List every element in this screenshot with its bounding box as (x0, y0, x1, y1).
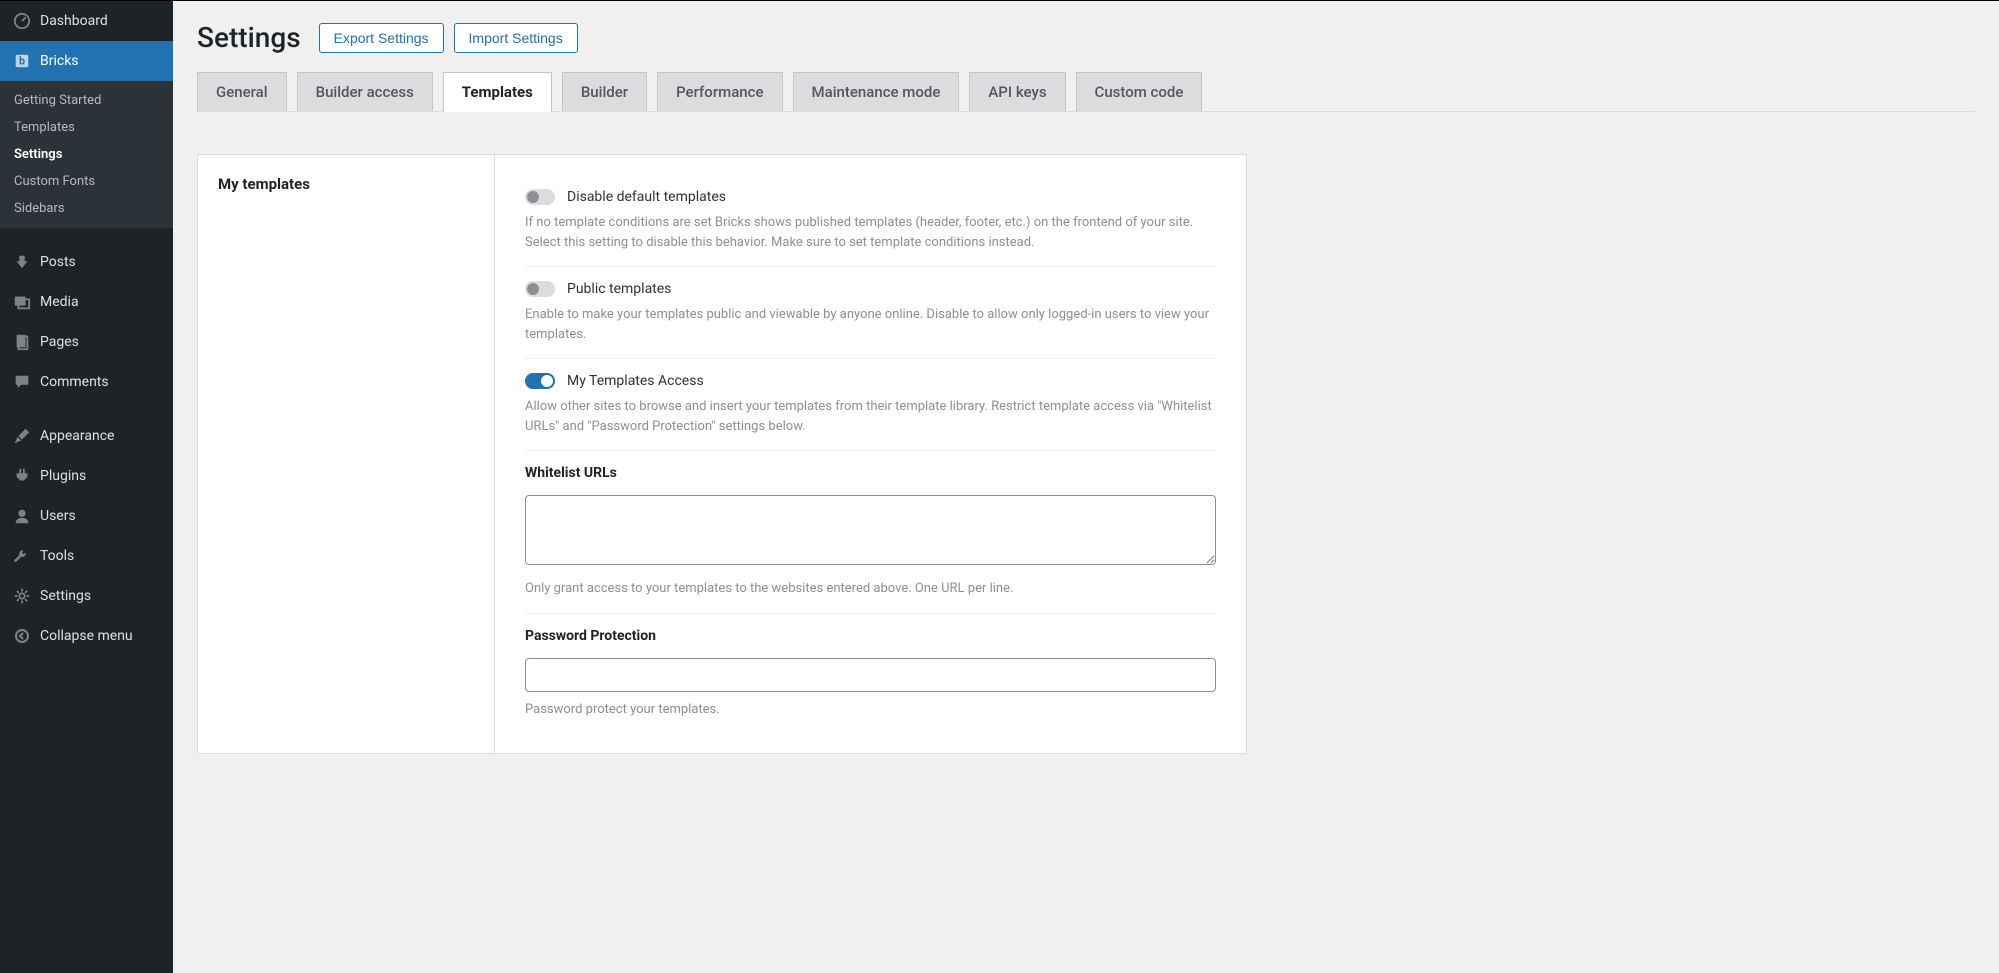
page-icon (12, 332, 32, 352)
whitelist-desc: Only grant access to your templates to t… (525, 579, 1216, 599)
sidebar-item-comments[interactable]: Comments (0, 362, 173, 402)
wrench-icon (12, 546, 32, 566)
tab-api-keys[interactable]: API keys (969, 72, 1065, 111)
brush-icon (12, 426, 32, 446)
export-settings-button[interactable]: Export Settings (319, 23, 444, 53)
sidebar-item-tools[interactable]: Tools (0, 536, 173, 576)
sidebar-sub-templates[interactable]: Templates (0, 114, 173, 141)
sidebar-sub-sidebars[interactable]: Sidebars (0, 195, 173, 222)
toggle-2[interactable] (525, 373, 555, 389)
tab-performance[interactable]: Performance (657, 72, 782, 111)
sidebar-item-settings[interactable]: Settings (0, 576, 173, 616)
sidebar-label: Dashboard (40, 13, 108, 29)
toggle-label: Public templates (567, 281, 671, 297)
sidebar-label: Posts (40, 254, 76, 270)
import-settings-button[interactable]: Import Settings (454, 23, 578, 53)
sidebar-item-media[interactable]: Media (0, 282, 173, 322)
tab-templates[interactable]: Templates (443, 72, 552, 112)
sidebar-label: Users (40, 508, 76, 524)
toggle-desc: If no template conditions are set Bricks… (525, 213, 1216, 252)
sidebar-sub-getting-started[interactable]: Getting Started (0, 87, 173, 114)
sidebar-item-posts[interactable]: Posts (0, 242, 173, 282)
toggle-0[interactable] (525, 189, 555, 205)
password-input[interactable] (525, 658, 1216, 692)
sidebar-label: Media (40, 294, 79, 310)
content-area: Settings Export Settings Import Settings… (173, 1, 1999, 973)
tab-builder-access[interactable]: Builder access (297, 72, 433, 111)
toggle-desc: Enable to make your templates public and… (525, 305, 1216, 344)
sidebar-item-bricks[interactable]: b Bricks (0, 41, 173, 81)
media-icon (12, 292, 32, 312)
toggle-label: Disable default templates (567, 189, 726, 205)
sidebar-label: Appearance (40, 428, 114, 444)
whitelist-input[interactable] (525, 495, 1216, 565)
sidebar-label: Settings (40, 588, 91, 604)
sidebar-sub-custom-fonts[interactable]: Custom Fonts (0, 168, 173, 195)
section-title: My templates (218, 175, 474, 193)
settings-panel: My templates Disable default templates I… (197, 154, 1247, 754)
page-title: Settings (197, 21, 301, 54)
sidebar-sub-settings[interactable]: Settings (0, 141, 173, 168)
tab-builder[interactable]: Builder (562, 72, 647, 111)
tab-custom-code[interactable]: Custom code (1076, 72, 1203, 111)
comment-icon (12, 372, 32, 392)
sidebar-item-pages[interactable]: Pages (0, 322, 173, 362)
pin-icon (12, 252, 32, 272)
toggle-1[interactable] (525, 281, 555, 297)
whitelist-label: Whitelist URLs (525, 465, 1216, 481)
password-label: Password Protection (525, 628, 1216, 644)
toggle-label: My Templates Access (567, 373, 704, 389)
collapse-icon (12, 626, 32, 646)
sidebar-item-users[interactable]: Users (0, 496, 173, 536)
plugin-icon (12, 466, 32, 486)
tab-maintenance-mode[interactable]: Maintenance mode (793, 72, 960, 111)
collapse-menu[interactable]: Collapse menu (0, 616, 173, 656)
sidebar-label: Plugins (40, 468, 86, 484)
admin-sidebar: Dashboard b Bricks Getting StartedTemplate… (0, 1, 173, 973)
sidebar-item-dashboard[interactable]: Dashboard (0, 1, 173, 41)
collapse-label: Collapse menu (40, 628, 133, 644)
sidebar-label: Comments (40, 374, 109, 390)
dash-icon (12, 11, 32, 31)
sidebar-label: Bricks (40, 53, 79, 69)
sidebar-label: Pages (40, 334, 79, 350)
sidebar-item-plugins[interactable]: Plugins (0, 456, 173, 496)
user-icon (12, 506, 32, 526)
bricks-icon: b (12, 51, 32, 71)
tab-general[interactable]: General (197, 72, 287, 111)
sidebar-item-appearance[interactable]: Appearance (0, 416, 173, 456)
sidebar-label: Tools (40, 548, 74, 564)
password-desc: Password protect your templates. (525, 700, 1216, 720)
settings-tabs: General Builder access Templates Builder Per… (197, 72, 1975, 112)
toggle-desc: Allow other sites to browse and insert y… (525, 397, 1216, 436)
gear-icon (12, 586, 32, 606)
svg-text:b: b (19, 55, 25, 68)
